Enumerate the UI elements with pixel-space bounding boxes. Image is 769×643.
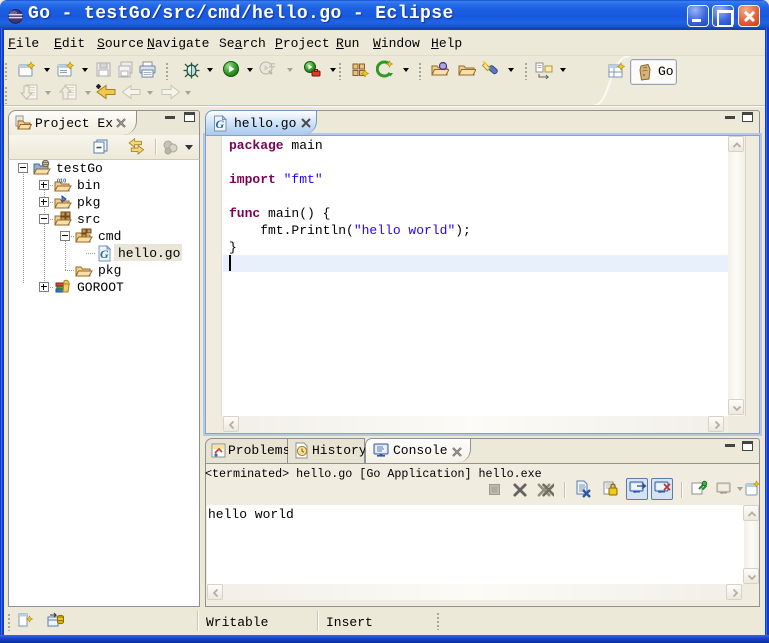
svg-text:G: G — [216, 117, 225, 131]
svg-text:010: 010 — [57, 179, 66, 185]
svg-text:G: G — [100, 247, 109, 261]
